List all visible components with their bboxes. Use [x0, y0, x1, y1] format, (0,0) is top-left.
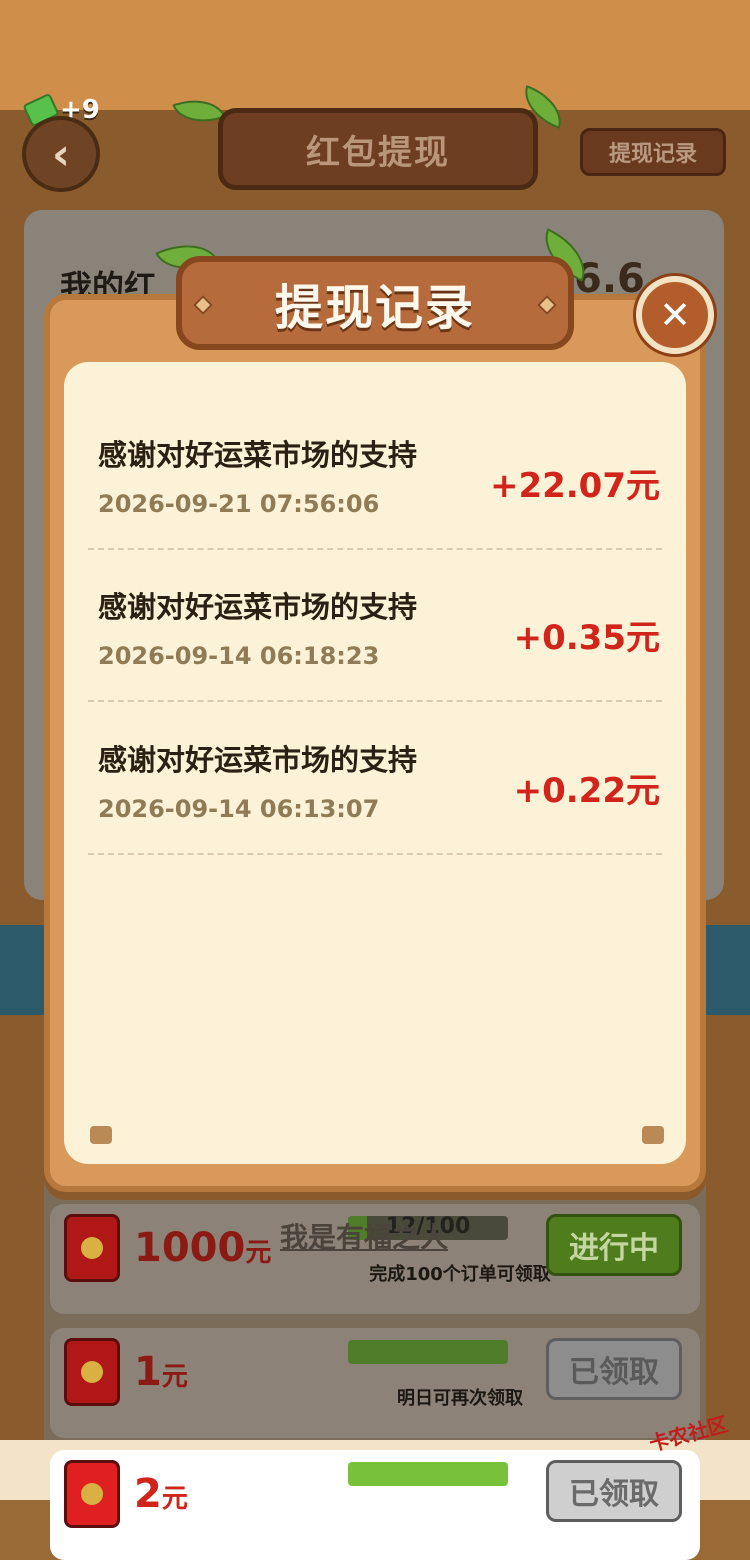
- record-time: 2026-09-14 06:13:07: [98, 795, 380, 823]
- record-amount: +22.07元: [489, 466, 660, 506]
- record-desc: 感谢对好运菜市场的支持: [98, 743, 418, 777]
- chevron-left-icon: ‹: [51, 128, 71, 180]
- close-icon: ✕: [659, 293, 691, 337]
- red-packet-icon: [64, 1214, 120, 1282]
- task-progress-bar: [348, 1340, 508, 1364]
- record-desc: 感谢对好运菜市场的支持: [98, 438, 418, 472]
- top-banner: [0, 0, 750, 110]
- page-title: 红包提现: [218, 108, 538, 190]
- record-item: 感谢对好运菜市场的支持 2026-09-21 07:56:06 +22.07元: [88, 398, 662, 550]
- red-packet-icon: [64, 1460, 120, 1528]
- corner-decoration: [90, 1126, 112, 1144]
- task-progress-fill: [348, 1340, 508, 1364]
- modal-title: 提现记录: [176, 256, 574, 350]
- red-packet-icon: [64, 1338, 120, 1406]
- record-amount: +0.22元: [513, 771, 660, 811]
- task-amount: 2元: [134, 1471, 188, 1517]
- modal-title-text: 提现记录: [274, 280, 475, 336]
- task-status-button[interactable]: 进行中: [546, 1214, 682, 1276]
- task-row: 2元 已领取: [50, 1450, 700, 1560]
- overlay-text: 我是有福之人: [280, 1221, 449, 1254]
- back-button[interactable]: ‹: [22, 116, 100, 192]
- close-button[interactable]: ✕: [636, 276, 714, 354]
- withdraw-records-button[interactable]: 提现记录: [580, 128, 726, 176]
- record-item: 感谢对好运菜市场的支持 2026-09-14 06:18:23 +0.35元: [88, 550, 662, 702]
- task-status-button[interactable]: 已领取: [546, 1338, 682, 1400]
- record-desc: 感谢对好运菜市场的支持: [98, 590, 418, 624]
- task-row: 1000元 12/100 我是有福之人 完成100个订单可领取 进行中: [50, 1204, 700, 1314]
- record-time: 2026-09-14 06:18:23: [98, 642, 380, 670]
- record-time: 2026-09-21 07:56:06: [98, 490, 380, 518]
- record-item: 感谢对好运菜市场的支持 2026-09-14 06:13:07 +0.22元: [88, 703, 662, 855]
- task-progress-bar: [348, 1462, 508, 1486]
- corner-decoration: [642, 1126, 664, 1144]
- task-status-button[interactable]: 已领取: [546, 1460, 682, 1522]
- plaque-stud: [193, 295, 213, 315]
- task-amount: 1元: [134, 1349, 188, 1395]
- task-progress-fill: [348, 1462, 508, 1486]
- task-amount: 1000元: [134, 1225, 272, 1271]
- task-row: 1元 明日可再次领取 已领取: [50, 1328, 700, 1438]
- record-amount: +0.35元: [513, 618, 660, 658]
- plaque-stud: [537, 295, 557, 315]
